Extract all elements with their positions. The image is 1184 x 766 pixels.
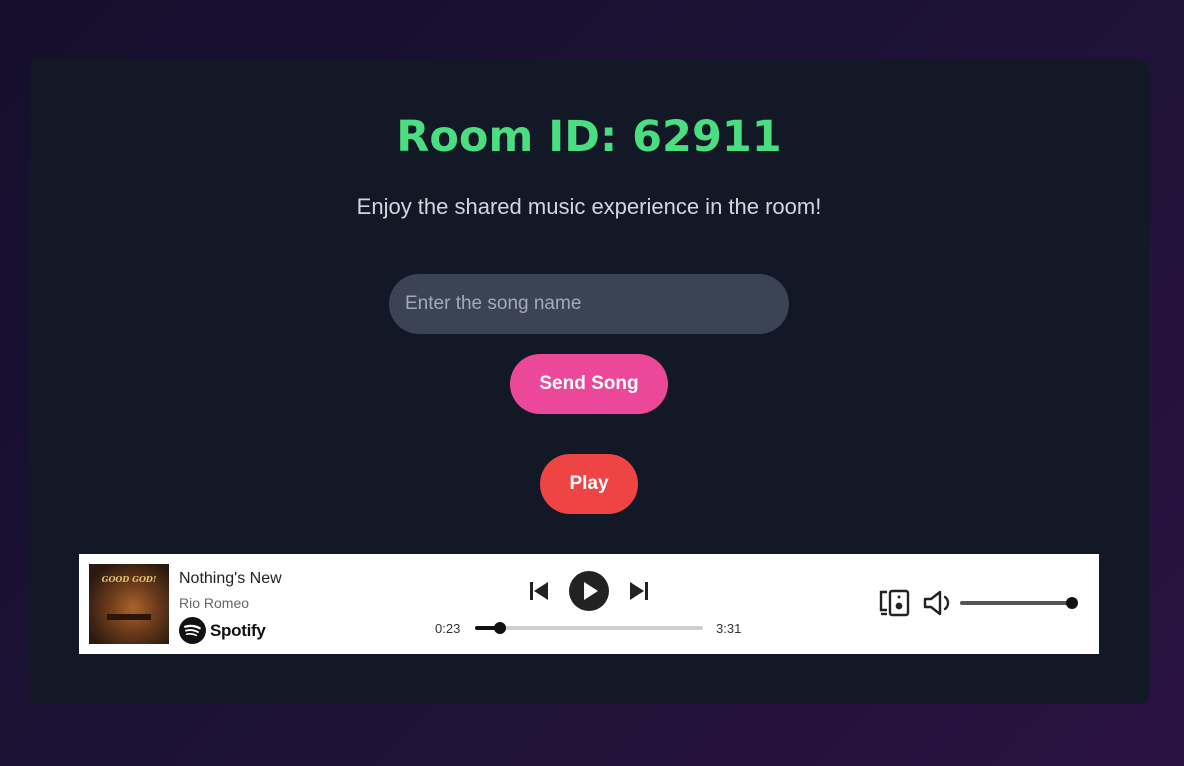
elapsed-time: 0:23 (435, 621, 461, 636)
artist-name[interactable]: Rio Romeo (179, 595, 249, 611)
volume-handle[interactable] (1066, 597, 1078, 609)
play-button[interactable]: Play (540, 454, 638, 514)
spotify-wordmark: Spotify (210, 620, 266, 640)
duration-time: 3:31 (716, 621, 742, 636)
album-art-figure (107, 614, 151, 620)
song-name-input[interactable] (389, 274, 789, 334)
spotify-logo-icon (179, 617, 206, 644)
volume-slider[interactable] (960, 597, 1078, 609)
next-icon[interactable] (628, 580, 650, 602)
spotify-brand[interactable]: Spotify (179, 617, 266, 644)
album-art-title: GOOD GOD! (101, 574, 157, 584)
previous-icon[interactable] (528, 580, 550, 602)
spotify-player: GOOD GOD! Nothing's New Rio Romeo Spotif… (79, 554, 1099, 654)
room-title: Room ID: 62911 (396, 112, 782, 162)
progress-handle[interactable] (494, 622, 507, 634)
track-name[interactable]: Nothing's New (179, 570, 282, 588)
progress-bar[interactable] (475, 622, 703, 634)
play-icon[interactable] (568, 570, 610, 612)
volume-fill (960, 601, 1072, 605)
send-song-button[interactable]: Send Song (510, 354, 668, 414)
volume-icon[interactable] (922, 589, 956, 617)
album-art[interactable]: GOOD GOD! (89, 564, 169, 644)
room-subtitle: Enjoy the shared music experience in the… (356, 194, 822, 219)
room-card: Room ID: 62911 Enjoy the shared music ex… (29, 59, 1149, 704)
connect-device-icon[interactable] (878, 589, 910, 617)
